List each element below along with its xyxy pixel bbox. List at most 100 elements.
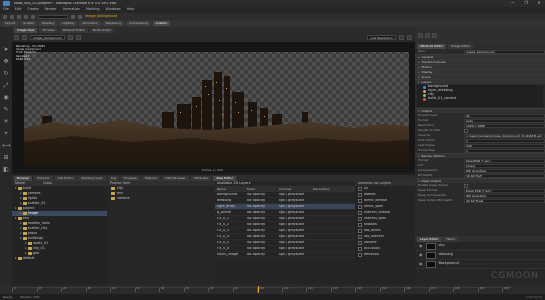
expand-arrow-icon[interactable]: ▸ <box>20 191 22 195</box>
tab-lighting[interactable]: Lighting <box>59 21 78 26</box>
tab-browser[interactable]: Browser <box>14 175 33 181</box>
tab-image-editor[interactable]: Image Editor <box>448 43 474 49</box>
select-tool-icon[interactable]: ➤ <box>2 47 10 55</box>
column-class[interactable]: Class <box>43 181 52 185</box>
visibility-eye-icon[interactable]: ◉ <box>419 253 423 257</box>
expand-arrow-icon[interactable]: ▸ <box>15 216 17 220</box>
undo-icon[interactable] <box>24 14 28 19</box>
viewer-alpha-button[interactable] <box>75 35 81 40</box>
minimize-icon[interactable]: — <box>509 1 517 6</box>
expand-arrow-icon[interactable]: ▸ <box>20 231 22 235</box>
render-viewport[interactable]: Rendering... tile 38/64 image_background… <box>12 42 415 169</box>
viewer-zoom-button[interactable] <box>399 35 404 40</box>
pass-checkbox[interactable] <box>358 235 362 239</box>
scale-tool-icon[interactable]: ⤢ <box>2 83 10 91</box>
tab-explorer-2[interactable]: Explorer <box>141 175 161 181</box>
tab-material-editor[interactable]: Material Editor <box>59 27 88 33</box>
tab-attribute-editor[interactable]: Attribute Editor <box>417 43 447 49</box>
section-layers[interactable]: ▾ Layers <box>415 79 545 84</box>
visibility-eye-icon[interactable]: ◉ <box>419 244 423 248</box>
snap-tool-icon[interactable]: ⌖ <box>2 131 10 139</box>
menu-create[interactable]: Create <box>27 7 38 11</box>
pass-checkbox[interactable] <box>358 247 362 251</box>
grid-tool-icon[interactable]: ⊞ <box>2 155 10 163</box>
playhead[interactable] <box>258 286 259 293</box>
paint-tool-icon[interactable]: ✎ <box>2 107 10 115</box>
tab-pass-editor[interactable]: Pass Editor <box>213 175 236 181</box>
layer-item[interactable]: ◉ Background <box>415 260 545 269</box>
camera-tool-icon[interactable]: ◉ <box>2 95 10 103</box>
color-swatch-icon[interactable]: ◧ <box>2 167 10 175</box>
pass-checkbox[interactable] <box>358 229 362 233</box>
maximize-icon[interactable]: ❐ <box>522 1 530 6</box>
menu-marking[interactable]: Marking <box>86 7 100 11</box>
pass-checkbox[interactable] <box>358 187 362 191</box>
tab-data-browser[interactable]: Data Browser <box>162 175 189 181</box>
viewer-settings-button[interactable] <box>407 35 412 40</box>
menu-windows[interactable]: Windows <box>106 7 121 11</box>
pass-checkbox[interactable] <box>358 253 362 257</box>
layer-item[interactable]: ◉ dressing <box>415 251 545 260</box>
layer-item[interactable]: ◉ city <box>415 242 545 251</box>
enable-deep-checkbox[interactable] <box>464 183 468 188</box>
tab-filters[interactable]: Filters <box>443 236 459 242</box>
pass-checkbox[interactable] <box>358 211 362 215</box>
menu-file[interactable]: File <box>3 7 9 11</box>
attribute-pin-button[interactable] <box>425 32 430 38</box>
tab-image-view[interactable]: Image View <box>14 27 38 33</box>
current-image-label[interactable]: image_background <box>85 14 117 18</box>
project-item[interactable]: volume <box>107 196 215 201</box>
viewer-pause-button[interactable] <box>22 35 27 40</box>
tab-layout[interactable]: Layout <box>2 21 19 26</box>
image-selector[interactable]: image_background <box>30 35 65 40</box>
menu-edit[interactable]: Edit <box>15 7 22 11</box>
menu-help[interactable]: Help <box>127 7 135 11</box>
tab-shading[interactable]: Shading <box>39 21 58 26</box>
expand-arrow-icon[interactable]: ▸ <box>20 236 22 240</box>
tab-layer-editor[interactable]: Layer Editor <box>417 236 442 242</box>
move-tool-icon[interactable]: ✥ <box>2 59 10 67</box>
tab-rendering[interactable]: Rendering <box>102 21 124 26</box>
render-to-disk-checkbox[interactable] <box>464 128 468 133</box>
tab-shading-layer[interactable]: Shading Layer <box>78 175 106 181</box>
save-icon[interactable] <box>17 14 21 19</box>
viewer-rgb-button[interactable] <box>67 35 73 40</box>
tab-scatter[interactable]: Scatter <box>20 21 38 26</box>
expand-arrow-icon[interactable]: ▸ <box>15 256 17 260</box>
pass-item[interactable]: emission <box>355 252 415 258</box>
expand-arrow-icon[interactable]: ▸ <box>20 196 22 200</box>
visibility-eye-icon[interactable]: ◉ <box>419 262 423 266</box>
expand-arrow-icon[interactable]: ▸ <box>25 251 27 255</box>
tab-3d-view[interactable]: 3D View <box>39 27 58 33</box>
expand-arrow-icon[interactable]: ▸ <box>20 221 22 225</box>
attribute-lock-button[interactable] <box>418 32 423 38</box>
tab-log[interactable]: Log <box>107 175 120 181</box>
redo-icon[interactable] <box>31 14 35 19</box>
menu-render[interactable]: Render <box>45 7 57 11</box>
expand-arrow-icon[interactable]: ▸ <box>15 186 17 190</box>
tab-progress[interactable]: Progress <box>121 175 140 181</box>
stop-icon[interactable] <box>78 14 82 19</box>
search-input[interactable] <box>38 14 68 19</box>
tab-animation[interactable]: Animation <box>79 21 101 26</box>
pass-checkbox[interactable] <box>358 205 362 209</box>
tab-clip-editor[interactable]: Clip Editor <box>54 175 77 181</box>
expand-arrow-icon[interactable]: ▸ <box>20 201 22 205</box>
resolution-selector[interactable]: Low Resolution <box>367 35 396 40</box>
close-icon[interactable]: ✕ <box>535 1 543 6</box>
timeline-ruler[interactable]: 0 10 20 30 40 50 60 70 80 90 100 110 120 130 140 150 160… <box>12 287 512 292</box>
tab-explorer[interactable]: Explorer <box>34 175 53 181</box>
viewer-render-button[interactable] <box>14 35 19 40</box>
light-tool-icon[interactable]: ☀ <box>2 119 10 127</box>
expand-arrow-icon[interactable]: ▸ <box>20 226 22 230</box>
tab-attributes[interactable]: Attributes <box>190 175 212 181</box>
new-icon[interactable] <box>3 14 7 19</box>
pass-checkbox[interactable] <box>358 193 362 197</box>
layer-list-item[interactable]: build_01_variant <box>418 96 545 101</box>
expand-arrow-icon[interactable]: ▸ <box>15 206 17 210</box>
open-icon[interactable] <box>10 14 14 19</box>
tab-custom[interactable]: Custom <box>152 21 171 26</box>
tree-item[interactable]: ▸ default <box>12 256 107 261</box>
tab-node-graph[interactable]: Node Graph <box>89 27 114 33</box>
menu-animation[interactable]: Animation <box>63 7 80 11</box>
